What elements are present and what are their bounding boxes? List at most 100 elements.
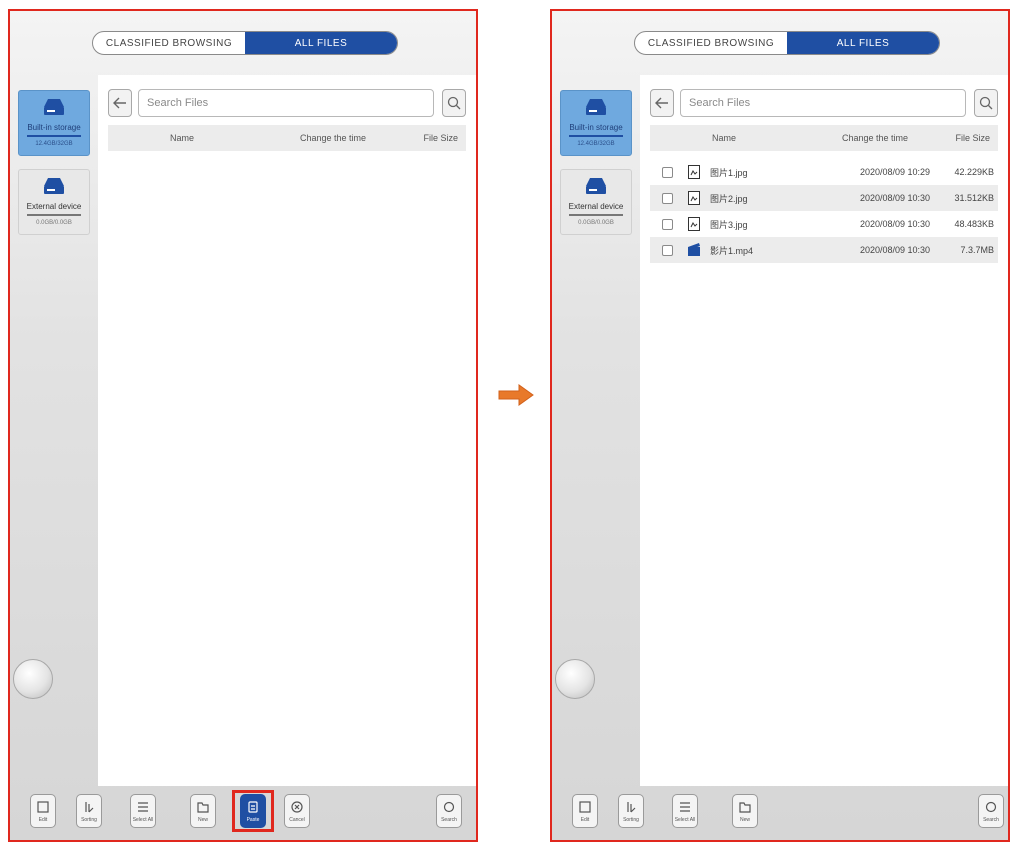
- edit-button[interactable]: Edit: [30, 794, 56, 828]
- select-all-label: Select All: [674, 816, 696, 823]
- search-input[interactable]: [138, 89, 434, 117]
- floating-home-button[interactable]: [555, 659, 595, 699]
- transition-arrow-icon: [498, 384, 534, 406]
- tab-all-files[interactable]: ALL FILES: [245, 32, 397, 54]
- sidebar-item-built-in-storage[interactable]: Built-in storage 12.4GB/32GB: [560, 90, 632, 156]
- folder-icon: [739, 801, 751, 813]
- search-icon: [447, 96, 461, 110]
- search-tool-button[interactable]: Search: [978, 794, 1004, 828]
- select-all-button[interactable]: Select All: [672, 794, 698, 828]
- search-button[interactable]: [442, 89, 466, 117]
- column-change-time[interactable]: Change the time: [842, 133, 908, 143]
- file-time: 2020/08/09 10:30: [860, 245, 931, 255]
- file-row[interactable]: 图片3.jpg 2020/08/09 10:30 48.483KB: [650, 211, 998, 237]
- sidebar-item-external-device[interactable]: External device 0.0GB/0.0GB: [18, 169, 90, 235]
- file-name: 图片1.jpg: [710, 167, 748, 178]
- column-file-size[interactable]: File Size: [955, 133, 990, 143]
- storage-usage-line: [569, 135, 623, 137]
- before-panel: CLASSIFIED BROWSING ALL FILES Built-in s…: [8, 9, 478, 842]
- view-mode-switch: CLASSIFIED BROWSING ALL FILES: [92, 31, 398, 55]
- row-checkbox[interactable]: [662, 244, 673, 256]
- row-checkbox[interactable]: [662, 192, 673, 204]
- storage-usage-line: [27, 135, 81, 137]
- select-all-button[interactable]: Select All: [130, 794, 156, 828]
- file-size: 42.229KB: [954, 167, 994, 177]
- file-size: 31.512KB: [954, 193, 994, 203]
- top-bar: CLASSIFIED BROWSING ALL FILES: [10, 11, 476, 75]
- after-panel: CLASSIFIED BROWSING ALL FILES Built-in s…: [550, 9, 1010, 842]
- search-label: Search: [441, 816, 457, 823]
- cancel-circle-icon: [291, 800, 303, 813]
- new-folder-button[interactable]: New: [190, 794, 216, 828]
- edit-icon: [579, 800, 591, 813]
- file-table-header: Name Change the time File Size: [108, 125, 466, 151]
- storage-sidebar: Built-in storage 12.4GB/32GB External de…: [552, 75, 640, 784]
- folder-icon: [197, 801, 209, 813]
- file-time: 2020/08/09 10:30: [860, 193, 931, 203]
- storage-capacity: 0.0GB/0.0GB: [578, 220, 614, 226]
- sidebar-item-external-device[interactable]: External device 0.0GB/0.0GB: [560, 169, 632, 235]
- file-size: 48.483KB: [954, 219, 994, 229]
- tab-classified-browsing[interactable]: CLASSIFIED BROWSING: [635, 32, 787, 54]
- cancel-button[interactable]: Cancel: [284, 794, 310, 828]
- list-icon: [680, 801, 690, 812]
- file-row[interactable]: 图片2.jpg 2020/08/09 10:30 31.512KB: [650, 185, 998, 211]
- storage-label: Built-in storage: [27, 123, 81, 132]
- file-size: 7.3.7MB: [960, 245, 994, 255]
- bottom-toolbar: Edit Sorting Select All New Paste Cancel…: [10, 786, 476, 840]
- search-button[interactable]: [974, 89, 998, 117]
- paste-icon: [248, 800, 258, 813]
- edit-label: Edit: [38, 816, 48, 823]
- sort-icon: [85, 801, 94, 812]
- edit-button[interactable]: Edit: [572, 794, 598, 828]
- file-name: 影片1.mp4: [710, 245, 754, 256]
- column-name[interactable]: Name: [712, 133, 736, 143]
- storage-capacity: 12.4GB/32GB: [577, 141, 615, 147]
- storage-label: External device: [568, 202, 624, 211]
- sort-icon: [627, 801, 636, 812]
- edit-icon: [37, 800, 49, 813]
- file-name: 图片2.jpg: [710, 193, 748, 204]
- file-row[interactable]: 图片1.jpg 2020/08/09 10:29 42.229KB: [650, 159, 998, 185]
- row-checkbox[interactable]: [662, 166, 673, 178]
- storage-sidebar: Built-in storage 12.4GB/32GB External de…: [10, 75, 98, 784]
- file-time: 2020/08/09 10:30: [860, 219, 931, 229]
- image-file-icon: [688, 217, 700, 231]
- view-mode-switch: CLASSIFIED BROWSING ALL FILES: [634, 31, 940, 55]
- drive-icon: [586, 178, 606, 194]
- row-checkbox[interactable]: [662, 218, 673, 230]
- file-row[interactable]: 影片1.mp4 2020/08/09 10:30 7.3.7MB: [650, 237, 998, 263]
- paste-button[interactable]: Paste: [240, 794, 266, 828]
- new-folder-button[interactable]: New: [732, 794, 758, 828]
- tab-all-files[interactable]: ALL FILES: [787, 32, 939, 54]
- sorting-button[interactable]: Sorting: [76, 794, 102, 828]
- back-arrow-icon: [655, 97, 668, 109]
- column-file-size[interactable]: File Size: [423, 133, 458, 143]
- new-label: New: [739, 816, 750, 823]
- storage-label: Built-in storage: [569, 123, 623, 132]
- file-browser-content: Name Change the time File Size 图片1.jpg 2…: [640, 75, 1008, 786]
- sorting-button[interactable]: Sorting: [618, 794, 644, 828]
- sidebar-item-built-in-storage[interactable]: Built-in storage 12.4GB/32GB: [18, 90, 90, 156]
- video-file-icon: [688, 243, 700, 256]
- back-button[interactable]: [650, 89, 674, 117]
- search-input[interactable]: [680, 89, 966, 117]
- image-file-icon: [688, 165, 700, 179]
- tab-classified-browsing[interactable]: CLASSIFIED BROWSING: [93, 32, 245, 54]
- storage-label: External device: [26, 202, 82, 211]
- floating-home-button[interactable]: [13, 659, 53, 699]
- storage-usage-line: [569, 214, 623, 216]
- new-label: New: [197, 816, 208, 823]
- drive-icon: [586, 99, 606, 115]
- column-change-time[interactable]: Change the time: [300, 133, 366, 143]
- column-name[interactable]: Name: [170, 133, 194, 143]
- search-icon: [443, 801, 455, 812]
- back-arrow-icon: [113, 97, 126, 109]
- list-icon: [138, 801, 148, 812]
- drive-icon: [44, 99, 64, 115]
- search-tool-button[interactable]: Search: [436, 794, 462, 828]
- back-button[interactable]: [108, 89, 132, 117]
- bottom-toolbar: Edit Sorting Select All New Search: [552, 786, 1008, 840]
- file-table-header: Name Change the time File Size: [650, 125, 998, 151]
- sorting-label: Sorting: [81, 816, 97, 823]
